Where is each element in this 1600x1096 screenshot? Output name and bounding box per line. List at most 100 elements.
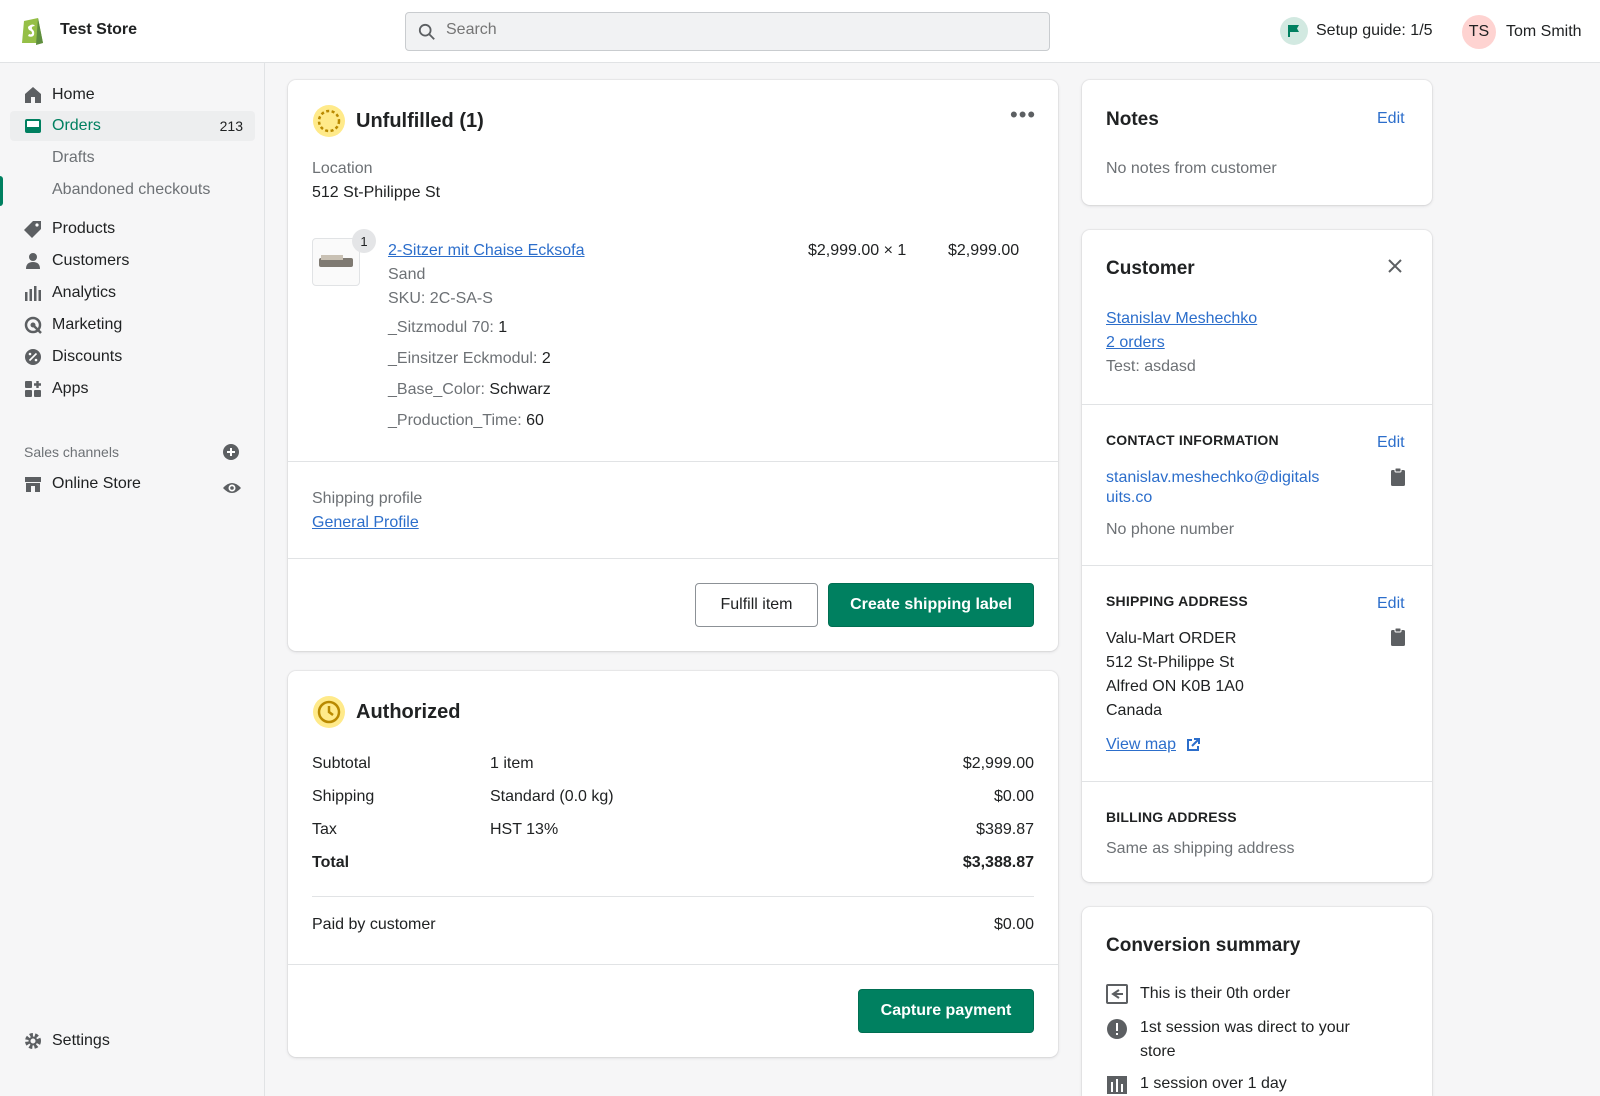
property-line: _Base_Color: Schwarz <box>388 381 551 398</box>
divider <box>312 896 1034 897</box>
unfulfilled-title: Unfulfilled (1) <box>356 110 484 132</box>
setup-guide-button[interactable]: Setup guide: 1/5 <box>1280 16 1433 46</box>
close-icon[interactable] <box>1388 259 1402 273</box>
order-history-icon <box>1106 984 1128 1004</box>
sidebar-subitem-drafts[interactable]: Drafts <box>52 149 95 167</box>
discount-icon <box>25 349 41 365</box>
authorized-title: Authorized <box>356 701 461 723</box>
conversion-order-count: This is their 0th order <box>1140 985 1291 1002</box>
store-icon <box>25 477 41 492</box>
search-icon <box>418 23 435 40</box>
fulfill-item-button[interactable]: Fulfill item <box>695 583 818 627</box>
sessions-chart-icon <box>1107 1076 1127 1094</box>
sidebar-item-orders[interactable]: Orders 213 <box>10 111 255 141</box>
capture-payment-button[interactable]: Capture payment <box>858 989 1034 1033</box>
total-amount: $3,388.87 <box>962 854 1034 871</box>
shipping-detail: Standard (0.0 kg) <box>490 788 614 805</box>
subtotal-amount: $2,999.00 <box>962 755 1034 772</box>
address-line: Alfred ON K0B 1A0 <box>1106 678 1244 695</box>
sidebar-item-home[interactable]: Home <box>10 80 255 110</box>
paid-by-customer-amount: $0.00 <box>993 916 1034 933</box>
sidebar-item-label: Online Store <box>52 475 141 492</box>
user-name: Tom Smith <box>1506 23 1582 40</box>
address-line: Valu-Mart ORDER <box>1106 630 1237 647</box>
location-value: 512 St-Philippe St <box>312 184 441 201</box>
tax-detail: HST 13% <box>490 821 559 838</box>
billing-address-value: Same as shipping address <box>1106 840 1295 857</box>
conversion-sessions: 1 session over 1 day <box>1140 1075 1287 1092</box>
divider <box>288 461 1058 462</box>
customer-email-line1[interactable]: stanislav.meshechko@digitals <box>1106 469 1319 487</box>
eye-icon[interactable] <box>222 480 242 496</box>
contact-edit-link[interactable]: Edit <box>1377 434 1405 452</box>
orders-count-badge: 213 <box>219 118 243 134</box>
search-input[interactable] <box>446 21 1026 39</box>
sidebar-item-apps[interactable]: Apps <box>10 374 255 404</box>
line-total: $2,999.00 <box>948 242 1020 259</box>
create-shipping-label-button[interactable]: Create shipping label <box>828 583 1034 627</box>
sidebar-item-label: Settings <box>52 1032 110 1049</box>
conversion-first-session: 1st session was direct to your <box>1140 1019 1350 1036</box>
total-label: Total <box>312 854 350 871</box>
customer-phone: No phone number <box>1106 521 1235 538</box>
conversion-title: Conversion summary <box>1106 935 1301 956</box>
bar-chart-icon <box>25 286 41 301</box>
shipping-profile-label: Shipping profile <box>312 490 423 507</box>
sidebar-item-analytics[interactable]: Analytics <box>10 278 255 308</box>
orders-icon <box>25 119 41 133</box>
more-actions-icon[interactable]: ••• <box>1010 102 1036 128</box>
add-channel-plus-icon[interactable] <box>223 444 239 460</box>
sidebar-item-label: Analytics <box>52 284 117 301</box>
customer-note: Test: asdasd <box>1106 358 1196 375</box>
sidebar-item-settings[interactable]: Settings <box>10 1026 255 1056</box>
sidebar-item-label: Discounts <box>52 348 123 365</box>
address-line: 512 St-Philippe St <box>1106 654 1235 671</box>
search-bar[interactable] <box>405 12 1050 51</box>
shopify-logo-icon[interactable] <box>20 14 46 46</box>
active-indicator <box>0 176 3 206</box>
setup-guide-label: Setup guide: 1/5 <box>1316 22 1433 39</box>
avatar: TS <box>1462 15 1496 49</box>
gear-icon <box>25 1033 41 1049</box>
sidebar-item-online-store[interactable]: Online Store <box>10 469 255 499</box>
home-icon <box>25 87 41 103</box>
external-link-icon[interactable] <box>1186 738 1200 752</box>
notes-body: No notes from customer <box>1106 160 1277 177</box>
authorized-clock-icon <box>313 696 345 728</box>
property-line: _Einsitzer Eckmodul: 2 <box>388 350 551 367</box>
price-quantity: $2,999.00 × 1 <box>808 242 907 259</box>
flag-icon <box>1280 17 1308 45</box>
divider <box>1082 404 1432 405</box>
sidebar-subitem-abandoned-checkouts[interactable]: Abandoned checkouts <box>52 181 210 199</box>
notes-edit-link[interactable]: Edit <box>1377 110 1405 128</box>
customer-email-line2[interactable]: uits.co <box>1106 489 1152 507</box>
sidebar-item-label: Orders <box>52 117 101 134</box>
subtotal-detail: 1 item <box>490 755 534 772</box>
info-icon <box>1107 1019 1127 1039</box>
notes-title: Notes <box>1106 109 1159 130</box>
sidebar-item-label: Customers <box>52 252 130 269</box>
divider <box>288 964 1058 965</box>
view-map-link[interactable]: View map <box>1106 736 1176 754</box>
shipping-profile-link[interactable]: General Profile <box>312 514 419 532</box>
sidebar-item-products[interactable]: Products <box>10 214 255 244</box>
user-menu[interactable]: TS Tom Smith <box>1462 15 1582 49</box>
sidebar-item-label: Products <box>52 220 116 237</box>
store-name[interactable]: Test Store <box>60 21 137 39</box>
divider <box>288 558 1058 559</box>
apps-icon <box>25 381 41 397</box>
product-link[interactable]: 2-Sitzer mit Chaise Ecksofa <box>388 242 585 260</box>
person-icon <box>26 253 40 269</box>
copy-address-icon[interactable] <box>1391 628 1405 646</box>
customer-name-link[interactable]: Stanislav Meshechko <box>1106 310 1257 328</box>
sidebar-item-discounts[interactable]: Discounts <box>10 342 255 372</box>
conversion-first-session-cont: store <box>1140 1043 1176 1060</box>
unfulfilled-card: Unfulfilled (1) ••• Location 512 St-Phil… <box>288 80 1058 651</box>
sidebar-item-label: Marketing <box>52 316 123 333</box>
customer-orders-link[interactable]: 2 orders <box>1106 334 1165 352</box>
sidebar-item-customers[interactable]: Customers <box>10 246 255 276</box>
property-line: _Production_Time: 60 <box>388 412 544 429</box>
copy-email-icon[interactable] <box>1391 468 1405 486</box>
shipping-address-edit-link[interactable]: Edit <box>1377 595 1405 613</box>
sidebar-item-marketing[interactable]: Marketing <box>10 310 255 340</box>
